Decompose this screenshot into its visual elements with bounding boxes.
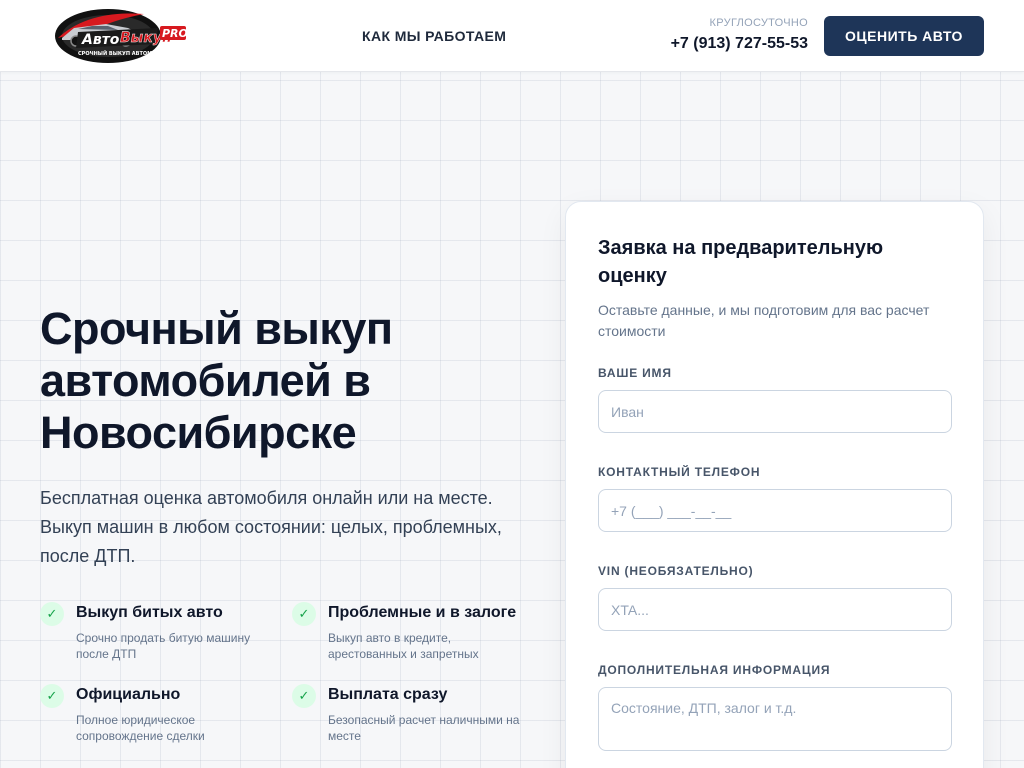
vin-field-group: VIN (НЕОБЯЗАТЕЛЬНО): [598, 564, 952, 631]
hero-title: Срочный выкуп автомобилей в Новосибирске: [40, 303, 393, 458]
car-logo-icon: Авто Выкуп PRO СРОЧНЫЙ ВЫКУП АВТОМОБИЛЕЙ: [55, 9, 188, 63]
features-grid: ✓ Выкуп битых авто Срочно продать битую …: [40, 602, 540, 744]
logo-tagline: СРОЧНЫЙ ВЫКУП АВТОМОБИЛЕЙ: [78, 49, 176, 57]
feature-text: Полное юридическое сопровождение сделки: [76, 713, 205, 743]
feature-text: Срочно продать битую машину после ДТП: [76, 631, 251, 661]
nav-how-we-work[interactable]: КАК МЫ РАБОТАЕМ: [362, 28, 506, 44]
evaluate-car-button[interactable]: ОЦЕНИТЬ АВТО: [824, 16, 984, 56]
phone-note: КРУГЛОСУТОЧНО: [709, 17, 808, 29]
phone-block: КРУГЛОСУТОЧНО +7 (913) 727-55-53: [671, 16, 808, 54]
phone-field-group: КОНТАКТНЫЙ ТЕЛЕФОН: [598, 465, 952, 532]
feature-item: ✓ Официально Полное юридическое сопровож…: [40, 684, 292, 744]
feature-item: ✓ Выкуп битых авто Срочно продать битую …: [40, 602, 292, 662]
hero-subtitle: Бесплатная оценка автомобиля онлайн или …: [40, 488, 502, 566]
vin-label: VIN (НЕОБЯЗАТЕЛЬНО): [598, 564, 754, 578]
check-icon: ✓: [292, 684, 316, 708]
logo-brand-pro: PRO: [162, 27, 188, 40]
phone-label: КОНТАКТНЫЙ ТЕЛЕФОН: [598, 465, 761, 479]
check-icon: ✓: [292, 602, 316, 626]
form-subtitle: Оставьте данные, и мы подготовим для вас…: [598, 302, 930, 339]
phone-input[interactable]: [598, 489, 952, 532]
feature-title: Выкуп битых авто: [76, 604, 223, 621]
phone-link[interactable]: +7 (913) 727-55-53: [671, 34, 808, 54]
name-field-group: ВАШЕ ИМЯ: [598, 366, 952, 433]
brand-logo[interactable]: Авто Выкуп PRO СРОЧНЫЙ ВЫКУП АВТОМОБИЛЕЙ: [48, 4, 190, 64]
info-textarea[interactable]: [598, 687, 952, 751]
feature-text: Безопасный расчет наличными на месте: [328, 713, 520, 743]
feature-title: Официально: [76, 686, 181, 703]
vin-input[interactable]: [598, 588, 952, 631]
site-header: Авто Выкуп PRO СРОЧНЫЙ ВЫКУП АВТОМОБИЛЕЙ…: [0, 0, 1024, 72]
form-title: Заявка на предварительную оценку: [598, 237, 884, 287]
check-icon: ✓: [40, 602, 64, 626]
feature-title: Выплата сразу: [328, 686, 448, 703]
check-icon: ✓: [40, 684, 64, 708]
feature-text: Выкуп авто в кредите, арестованных и зап…: [328, 631, 479, 661]
logo-brand-auto: Авто: [81, 32, 120, 48]
feature-item: ✓ Проблемные и в залоге Выкуп авто в кре…: [292, 602, 540, 662]
info-field-group: ДОПОЛНИТЕЛЬНАЯ ИНФОРМАЦИЯ: [598, 663, 952, 751]
name-label: ВАШЕ ИМЯ: [598, 366, 672, 380]
feature-item: ✓ Выплата сразу Безопасный расчет наличн…: [292, 684, 540, 744]
feature-title: Проблемные и в залоге: [328, 604, 517, 621]
estimate-request-form: Заявка на предварительную оценку Оставьт…: [565, 201, 984, 768]
name-input[interactable]: [598, 390, 952, 433]
info-label: ДОПОЛНИТЕЛЬНАЯ ИНФОРМАЦИЯ: [598, 663, 831, 677]
